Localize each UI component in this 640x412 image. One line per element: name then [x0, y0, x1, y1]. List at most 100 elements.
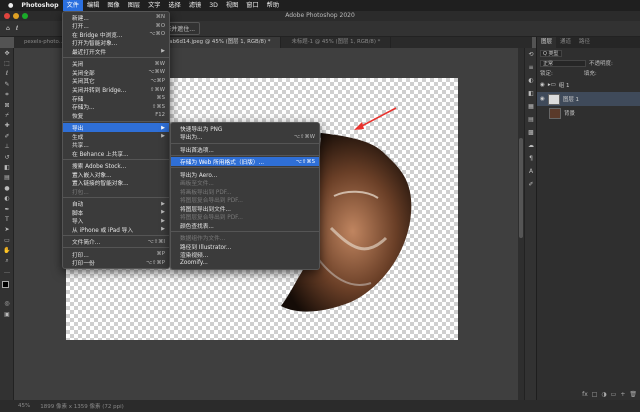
menu-item[interactable]: 导入 ▶ [63, 217, 169, 226]
type-tool-icon[interactable]: T [0, 214, 14, 224]
fx-icon[interactable]: fx [582, 391, 588, 398]
app-menu[interactable]: Photoshop [17, 0, 62, 11]
eyedropper-tool-icon[interactable]: ⌿ [0, 110, 14, 120]
menu-item[interactable]: 共享... [63, 140, 169, 149]
menu-item[interactable]: 在 Behance 上共享... [63, 149, 169, 158]
quick-select-tool-icon[interactable]: ✎ [0, 79, 14, 89]
lasso-tool-icon[interactable]: ℓ [0, 69, 14, 79]
menu-layer[interactable]: 图层 [124, 0, 144, 11]
menu-item[interactable]: 生成 ▶ [63, 132, 169, 141]
home-icon[interactable]: ⌂ [6, 25, 10, 32]
menu-item[interactable]: 将图层导出到文件... [171, 204, 319, 213]
menu-item[interactable]: 置入链接的智能对象... [63, 178, 169, 187]
menu-item[interactable]: 关闭全部 ⌥⌘W [63, 68, 169, 77]
menu-item[interactable]: 路径到 Illustrator... [171, 242, 319, 251]
menu-item[interactable]: 存储为... ⇧⌘S [63, 102, 169, 112]
layer-row-group[interactable]: ◉ ▸▭ 组 1 [537, 78, 640, 92]
trash-icon[interactable]: 🗑 [629, 391, 637, 398]
menu-item[interactable]: 颜色查找表... [171, 221, 319, 230]
menu-select[interactable]: 选择 [164, 0, 184, 11]
menu-item[interactable]: 新建... ⌘N [63, 13, 169, 22]
close-window-button[interactable] [4, 13, 10, 19]
menu-item[interactable]: 打开为智能对象... [63, 39, 169, 47]
menu-filter[interactable]: 滤镜 [185, 0, 205, 11]
marquee-tool-icon[interactable]: ⬚ [0, 58, 14, 68]
menu-help[interactable]: 帮助 [263, 0, 283, 11]
menu-type[interactable]: 文字 [144, 0, 164, 11]
menu-item[interactable]: 在 Bridge 中浏览... ⌥⌘O [63, 30, 169, 39]
brush-tool-icon[interactable]: ✐ [0, 131, 14, 141]
menu-item[interactable]: 关闭其它 ⌥⌘P [63, 77, 169, 86]
mask-icon[interactable]: □ [592, 391, 598, 398]
move-tool-icon[interactable]: ✥ [0, 48, 14, 58]
eraser-tool-icon[interactable]: ◧ [0, 162, 14, 172]
submenu-arrow-icon: ▶ [161, 133, 165, 140]
visibility-eye-icon[interactable]: ◉ [540, 82, 545, 88]
new-group-icon[interactable]: ▭ [611, 391, 617, 398]
menu-edit[interactable]: 编辑 [83, 0, 103, 11]
menu-item[interactable]: 恢复 F12 [63, 111, 169, 120]
menu-item[interactable]: 关闭 ⌘W [63, 60, 169, 69]
menu-image[interactable]: 图像 [103, 0, 123, 11]
menu-item[interactable]: 打印... ⌘P [63, 250, 169, 259]
menu-item[interactable]: 脚本 ▶ [63, 208, 169, 217]
tab-untitled[interactable]: 未标题-1 @ 45% (图层 1, RGB/8) * [281, 37, 392, 48]
menu-item[interactable]: 关闭并转到 Bridge... ⇧⌘W [63, 85, 169, 95]
menu-window[interactable]: 窗口 [242, 0, 262, 11]
minimize-window-button[interactable] [13, 13, 19, 19]
blur-tool-icon[interactable]: ● [0, 183, 14, 193]
hand-tool-icon[interactable]: ✋ [0, 245, 14, 255]
layer-row-layer1[interactable]: ◉ 图层 1 [537, 92, 640, 106]
foreground-color-swatch[interactable] [2, 280, 9, 288]
menu-item[interactable]: 打印一份 ⌥⇧⌘P [63, 258, 169, 268]
frame-tool-icon[interactable]: ⊠ [0, 100, 14, 110]
quick-mask-icon[interactable]: ◎ [0, 299, 14, 309]
menu-3d[interactable]: 3D [205, 0, 222, 11]
pen-tool-icon[interactable]: ✒ [0, 204, 14, 214]
menu-item[interactable]: 搜索 Adobe Stock... [63, 161, 169, 170]
zoom-tool-icon[interactable]: ⌕ [0, 256, 14, 266]
menu-item[interactable]: 快速导出为 PNG [171, 124, 319, 133]
apple-icon[interactable]: ● [4, 0, 17, 11]
layer-row-background[interactable]: 背景 [537, 106, 640, 120]
menu-item[interactable]: 自动 ▶ [63, 199, 169, 209]
menu-item[interactable]: 导出为 Aero... [171, 170, 319, 179]
menu-item[interactable]: 置入嵌入对象... [63, 170, 169, 179]
menu-file[interactable]: 文件 [62, 0, 83, 11]
menu-item[interactable]: Zoomify... [171, 259, 319, 268]
stamp-tool-icon[interactable]: ⊥ [0, 142, 14, 152]
dodge-tool-icon[interactable]: ◐ [0, 193, 14, 203]
menu-item[interactable]: 打开... ⌘O [63, 22, 169, 31]
more-tools-icon[interactable]: … [0, 266, 14, 276]
lasso-icon[interactable]: ℓ [16, 25, 18, 32]
visibility-eye-icon[interactable]: ◉ [540, 96, 545, 102]
tab-paths[interactable]: 路径 [575, 37, 594, 48]
screen-mode-icon[interactable]: ▣ [0, 309, 14, 319]
path-select-tool-icon[interactable]: ➤ [0, 225, 14, 235]
gradient-tool-icon[interactable]: ▤ [0, 173, 14, 183]
menu-item[interactable]: 存储为 Web 所用格式（旧版）... ⌥⇧⌘S [171, 157, 319, 166]
blend-mode-select[interactable]: 正常 [540, 59, 586, 67]
menu-item[interactable]: 导出 ▶ [63, 123, 169, 132]
menu-item[interactable]: 存储 ⌘S [63, 94, 169, 103]
history-brush-icon[interactable]: ↺ [0, 152, 14, 162]
adjustment-layer-icon[interactable]: ◑ [601, 391, 606, 398]
color-swatches[interactable] [0, 277, 13, 299]
tab-channels[interactable]: 通道 [556, 37, 575, 48]
shape-tool-icon[interactable]: ▭ [0, 235, 14, 245]
menu-item[interactable]: 从 iPhone 或 iPad 导入 ▶ [63, 225, 169, 234]
scrollbar-thumb[interactable] [519, 138, 523, 238]
zoom-level[interactable]: 45% [18, 403, 30, 409]
menu-item[interactable]: 导出为... ⌥⇧⌘W [171, 133, 319, 142]
tab-layers[interactable]: 图层 [537, 37, 557, 48]
new-layer-icon[interactable]: + [620, 391, 625, 398]
menu-item[interactable]: 渲染视频... [171, 251, 319, 259]
menu-view[interactable]: 视图 [222, 0, 242, 11]
menu-item[interactable]: 导出首选项... [171, 145, 319, 154]
zoom-window-button[interactable] [22, 13, 28, 19]
healing-tool-icon[interactable]: ✚ [0, 121, 14, 131]
menu-item[interactable]: 文件简介... ⌥⇧⌘I [63, 238, 169, 247]
layer-filter-select[interactable]: Q 类型 [540, 49, 562, 57]
menu-item[interactable]: 最近打开文件 ▶ [63, 47, 169, 56]
crop-tool-icon[interactable]: ⌗ [0, 90, 14, 100]
